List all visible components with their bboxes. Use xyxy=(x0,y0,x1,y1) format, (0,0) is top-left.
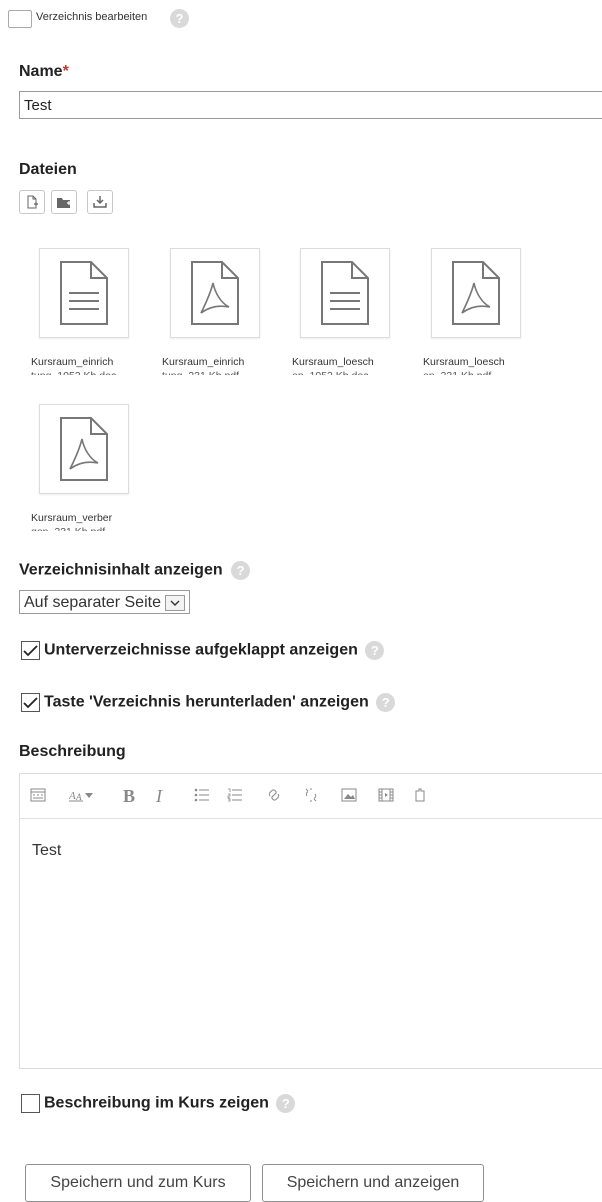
file-name: Kursraum_einrichtung_1052 Kb.doc xyxy=(31,356,116,375)
file-thumbnail[interactable] xyxy=(300,248,390,338)
help-icon[interactable]: ? xyxy=(170,9,189,28)
image-icon[interactable] xyxy=(341,788,357,806)
show-description-checkbox[interactable] xyxy=(21,1094,40,1113)
toolbar-toggle-icon[interactable] xyxy=(30,788,46,806)
svg-text:A: A xyxy=(69,790,76,802)
chevron-down-icon xyxy=(164,594,185,611)
document-icon xyxy=(60,261,108,325)
media-icon[interactable] xyxy=(378,788,394,806)
unlink-icon[interactable] xyxy=(303,788,319,806)
download-button[interactable] xyxy=(87,190,113,214)
subfolders-label: Unterverzeichnisse aufgeklappt anzeigen … xyxy=(44,641,385,660)
help-icon[interactable]: ? xyxy=(376,693,396,712)
link-icon[interactable] xyxy=(266,788,282,806)
file-name: Kursraum_verbergen_231 Kb.pdf xyxy=(31,512,113,531)
description-editor[interactable]: AA B I Test xyxy=(19,773,602,1069)
save-and-display-button[interactable]: Speichern und anzeigen xyxy=(262,1164,484,1202)
show-description-label: Beschreibung im Kurs zeigen ? xyxy=(44,1094,296,1113)
name-input[interactable] xyxy=(19,91,602,119)
download-button-checkbox[interactable] xyxy=(21,693,40,712)
required-marker: * xyxy=(62,63,69,80)
add-file-icon xyxy=(27,195,38,209)
font-size-icon[interactable]: AA xyxy=(68,788,95,805)
file-thumbnail[interactable] xyxy=(431,248,521,338)
help-icon[interactable]: ? xyxy=(231,561,251,580)
file-name: Kursraum_loeschen_231 Kb.pdf xyxy=(423,356,505,375)
document-icon xyxy=(321,261,369,325)
section-title: Verzeichnis bearbeiten xyxy=(36,11,148,23)
add-file-button[interactable] xyxy=(19,190,45,214)
file-thumbnail[interactable] xyxy=(39,404,129,494)
pdf-icon xyxy=(452,261,500,325)
files-label: Dateien xyxy=(19,161,77,178)
name-label: Name* xyxy=(19,63,69,80)
bullet-list-icon[interactable] xyxy=(194,788,210,806)
help-icon[interactable]: ? xyxy=(276,1094,296,1113)
subfolders-checkbox[interactable] xyxy=(21,641,40,660)
description-label: Beschreibung xyxy=(19,743,126,760)
download-button-label: Taste 'Verzeichnis herunterladen' anzeig… xyxy=(44,693,396,712)
manage-files-icon[interactable] xyxy=(413,788,427,806)
editor-toolbar: AA B I xyxy=(20,774,602,819)
file-name: Kursraum_loeschen_1052 Kb.doc xyxy=(292,356,374,375)
file-thumbnail[interactable] xyxy=(170,248,260,338)
download-icon xyxy=(93,196,107,208)
pdf-icon xyxy=(191,261,239,325)
save-and-return-button[interactable]: Speichern und zum Kurs xyxy=(25,1164,251,1202)
create-folder-icon xyxy=(57,198,71,208)
file-thumbnail[interactable] xyxy=(39,248,129,338)
checkmark-icon xyxy=(23,644,38,656)
help-icon[interactable]: ? xyxy=(365,641,385,660)
create-folder-button[interactable] xyxy=(51,190,77,214)
editor-content[interactable]: Test xyxy=(32,842,61,860)
file-name: Kursraum_einrichtung_231 Kb.pdf xyxy=(162,356,245,375)
pdf-icon xyxy=(60,417,108,481)
checkmark-icon xyxy=(23,696,38,708)
folder-icon xyxy=(8,10,32,28)
bold-icon[interactable]: B xyxy=(123,787,135,805)
italic-icon[interactable]: I xyxy=(156,787,162,805)
display-label: Verzeichnisinhalt anzeigen ? xyxy=(19,561,251,580)
display-select-value: Auf separater Seite xyxy=(24,593,161,611)
numbered-list-icon[interactable] xyxy=(227,788,243,806)
display-select[interactable]: Auf separater Seite xyxy=(19,590,190,614)
